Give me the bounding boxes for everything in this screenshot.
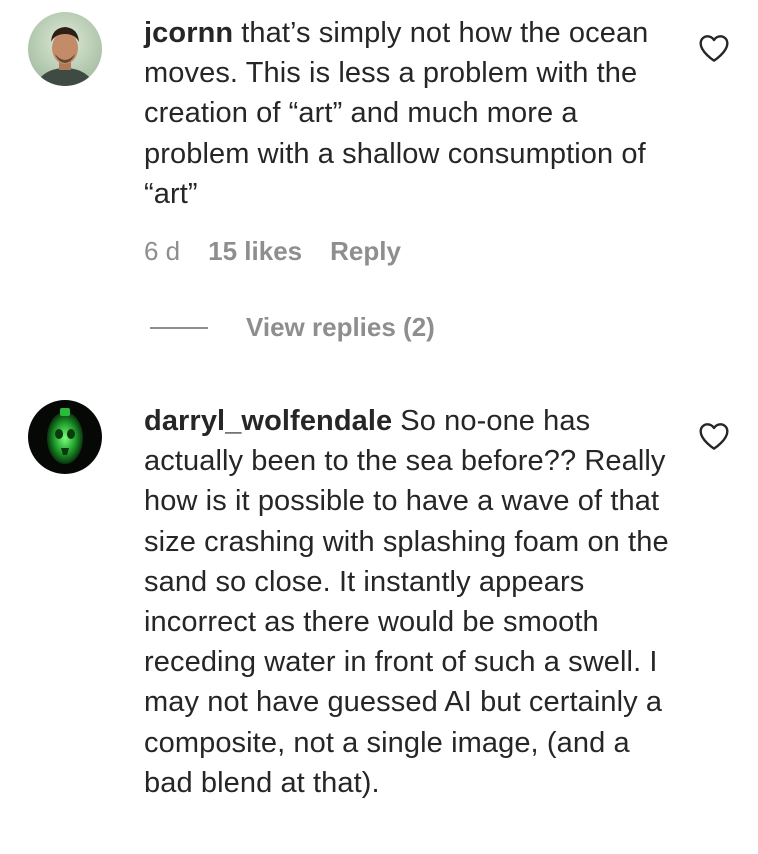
avatar[interactable] [28, 400, 102, 474]
comment-text: darryl_wolfendale So no-one has actually … [144, 401, 674, 803]
green-skull-avatar-icon [28, 400, 102, 474]
username[interactable]: darryl_wolfendale [144, 405, 392, 437]
comment-body: So no-one has actually been to the sea b… [144, 405, 669, 799]
comment-darryl-wolfendale: darryl_wolfendale So no-one has actually … [0, 0, 758, 854]
heart-outline-icon [699, 423, 729, 450]
like-button[interactable] [698, 421, 730, 451]
